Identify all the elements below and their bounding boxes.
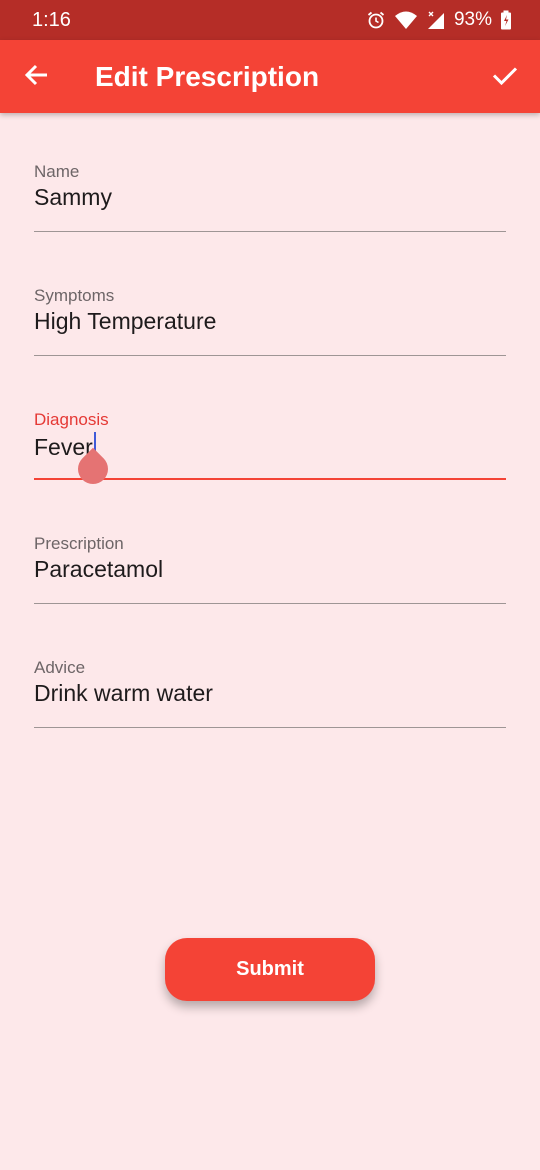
symptoms-label: Symptoms bbox=[34, 286, 115, 305]
confirm-button[interactable] bbox=[488, 60, 522, 94]
wifi-icon bbox=[394, 10, 418, 30]
advice-label: Advice bbox=[34, 658, 86, 677]
page-title: Edit Prescription bbox=[95, 61, 320, 92]
check-icon bbox=[491, 61, 519, 94]
status-bar: 1:16 93% bbox=[0, 0, 540, 40]
advice-field[interactable]: Advice Drink warm water bbox=[34, 658, 506, 728]
battery-percent: 93% bbox=[453, 9, 492, 30]
symptoms-field[interactable]: Symptoms High Temperature bbox=[34, 286, 506, 356]
prescription-value[interactable]: Paracetamol bbox=[34, 556, 163, 583]
app-bar: Edit Prescription bbox=[0, 40, 540, 113]
diagnosis-field[interactable]: Diagnosis Fever bbox=[34, 410, 506, 491]
symptoms-value[interactable]: High Temperature bbox=[34, 308, 216, 335]
diagnosis-label: Diagnosis bbox=[34, 410, 109, 429]
battery-icon bbox=[500, 10, 512, 30]
name-field[interactable]: Name Sammy bbox=[34, 162, 506, 232]
back-button[interactable] bbox=[20, 60, 54, 94]
status-time: 1:16 bbox=[32, 8, 71, 31]
signal-icon bbox=[426, 10, 446, 30]
prescription-label: Prescription bbox=[34, 534, 124, 553]
name-label: Name bbox=[34, 162, 80, 181]
submit-button[interactable]: Submit bbox=[165, 938, 375, 1001]
advice-value[interactable]: Drink warm water bbox=[34, 680, 213, 707]
arrow-left-icon bbox=[24, 62, 50, 93]
name-value[interactable]: Sammy bbox=[34, 184, 112, 211]
alarm-icon bbox=[366, 10, 386, 30]
status-icons: 93% bbox=[366, 9, 512, 31]
prescription-field[interactable]: Prescription Paracetamol bbox=[34, 534, 506, 604]
